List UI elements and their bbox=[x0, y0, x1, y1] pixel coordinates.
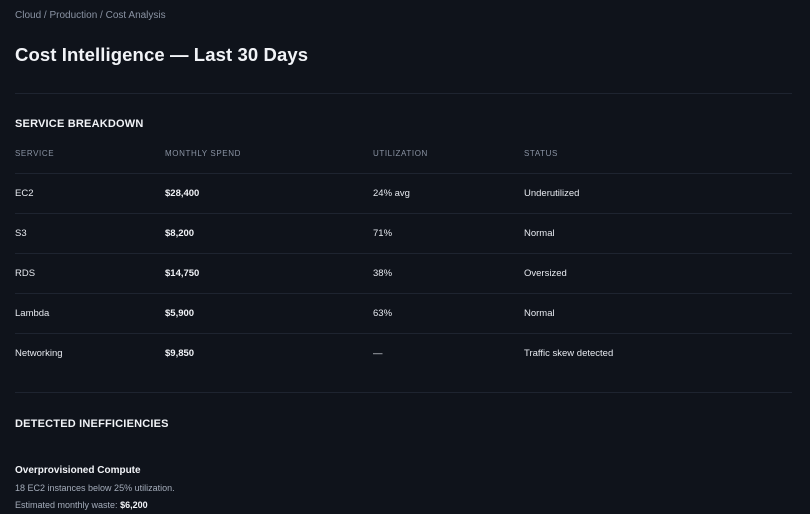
scrollbar[interactable] bbox=[798, 0, 810, 514]
spend-cell: $8,200 bbox=[165, 213, 373, 254]
inefficiency-title: Overprovisioned Compute bbox=[15, 465, 141, 476]
table-row[interactable]: Networking $9,850 — Traffic skew detecte… bbox=[15, 334, 792, 374]
status-cell: Underutilized bbox=[524, 173, 792, 214]
status-cell: Traffic skew detected bbox=[524, 348, 614, 359]
utilization-cell: — bbox=[373, 348, 383, 359]
table-row[interactable]: RDS $14,750 38% Oversized bbox=[15, 253, 792, 294]
column-header-status[interactable]: STATUS bbox=[524, 149, 792, 174]
service-cell: S3 bbox=[15, 213, 165, 254]
utilization-cell: 71% bbox=[373, 213, 524, 254]
column-header-service[interactable]: SERVICE bbox=[15, 149, 165, 174]
service-breakdown-table: SERVICE MONTHLY SPEND UTILIZATION STATUS… bbox=[15, 149, 792, 373]
section-divider bbox=[15, 392, 792, 393]
cost-analysis-page: Cloud / Production / Cost Analysis Cost … bbox=[0, 0, 810, 514]
inefficiency-item[interactable]: Overprovisioned Compute 18 EC2 instances… bbox=[15, 464, 792, 512]
waste-label: Estimated monthly waste: bbox=[15, 500, 118, 510]
inefficiency-detail: 18 EC2 instances below 25% utilization. bbox=[15, 483, 175, 493]
table-header-row: SERVICE MONTHLY SPEND UTILIZATION STATUS bbox=[15, 149, 792, 174]
service-cell: Networking bbox=[15, 348, 63, 359]
utilization-cell: 38% bbox=[373, 253, 524, 294]
inefficiency-waste: Estimated monthly waste: $6,200 bbox=[15, 498, 792, 512]
status-cell: Normal bbox=[524, 213, 792, 254]
column-header-utilization[interactable]: UTILIZATION bbox=[373, 149, 524, 174]
waste-value: $6,200 bbox=[120, 500, 148, 510]
spend-cell: $5,900 bbox=[165, 293, 373, 334]
spend-cell: $9,850 bbox=[165, 348, 195, 359]
table-row[interactable]: S3 $8,200 71% Normal bbox=[15, 213, 792, 254]
header-divider bbox=[15, 93, 792, 94]
service-cell: RDS bbox=[15, 253, 165, 294]
service-cell: Lambda bbox=[15, 293, 165, 334]
utilization-cell: 63% bbox=[373, 293, 524, 334]
column-header-monthly-spend[interactable]: MONTHLY SPEND bbox=[165, 149, 373, 174]
table-row[interactable]: EC2 $28,400 24% avg Underutilized bbox=[15, 173, 792, 214]
utilization-cell: 24% avg bbox=[373, 173, 524, 214]
spend-cell: $28,400 bbox=[165, 173, 373, 214]
breadcrumb[interactable]: Cloud / Production / Cost Analysis bbox=[15, 9, 792, 23]
spend-cell: $14,750 bbox=[165, 253, 373, 294]
page-title: Cost Intelligence — Last 30 Days bbox=[15, 44, 309, 65]
status-cell: Normal bbox=[524, 293, 792, 334]
main-content: Cloud / Production / Cost Analysis Cost … bbox=[15, 0, 792, 512]
detected-inefficiencies-title: DETECTED INEFFICIENCIES bbox=[15, 418, 169, 430]
status-cell: Oversized bbox=[524, 253, 792, 294]
table-row[interactable]: Lambda $5,900 63% Normal bbox=[15, 293, 792, 334]
service-cell: EC2 bbox=[15, 173, 165, 214]
service-breakdown-title: SERVICE BREAKDOWN bbox=[15, 118, 144, 130]
